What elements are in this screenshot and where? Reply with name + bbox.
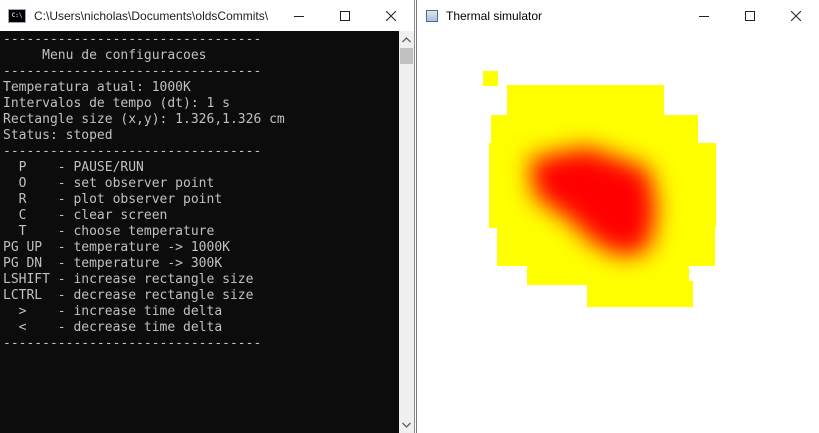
console-output[interactable]: --------------------------------- Menu d… xyxy=(0,31,399,433)
console-scrollbar[interactable] xyxy=(399,31,414,433)
window-app-icon xyxy=(426,9,438,22)
console-line: T - choose temperature xyxy=(3,224,215,239)
console-line: PG UP - temperature -> 1000K xyxy=(3,240,230,255)
minimize-icon xyxy=(294,15,304,17)
simulator-window-controls xyxy=(681,0,819,31)
console-line: PG DN - temperature -> 300K xyxy=(3,256,223,271)
console-app-icon: C:\ xyxy=(8,8,26,23)
console-line: C - clear screen xyxy=(3,208,168,223)
console-minimize-button[interactable] xyxy=(276,0,322,31)
console-close-button[interactable] xyxy=(368,0,414,31)
console-titlebar[interactable]: C:\ C:\Users\nicholas\Documents\oldsComm… xyxy=(0,0,414,31)
console-line: R - plot observer point xyxy=(3,192,223,207)
console-line: --------------------------------- xyxy=(3,336,262,351)
console-line: LSHIFT - increase rectangle size xyxy=(3,272,254,287)
console-window-title: C:\Users\nicholas\Documents\oldsCommits\ xyxy=(34,8,269,23)
scrollbar-thumb[interactable] xyxy=(400,48,413,64)
simulator-titlebar[interactable]: Thermal simulator xyxy=(417,0,819,31)
console-line: Rectangle size (x,y): 1.326,1.326 cm xyxy=(3,112,285,127)
console-line: LCTRL - decrease rectangle size xyxy=(3,288,254,303)
console-line: < - decrease time delta xyxy=(3,320,223,335)
simulator-window: Thermal simulator xyxy=(416,0,819,433)
simulator-close-button[interactable] xyxy=(773,0,819,31)
close-icon xyxy=(386,10,396,21)
console-line: --------------------------------- xyxy=(3,32,262,47)
console-window: C:\ C:\Users\nicholas\Documents\oldsComm… xyxy=(0,0,415,433)
scroll-down-arrow-icon[interactable] xyxy=(399,417,414,432)
console-line: Status: stoped xyxy=(3,128,113,143)
maximize-icon xyxy=(340,10,350,21)
console-line: Temperatura atual: 1000K xyxy=(3,80,191,95)
console-window-controls xyxy=(276,0,414,31)
console-line: > - increase time delta xyxy=(3,304,223,319)
console-line: P - PAUSE/RUN xyxy=(3,160,144,175)
maximize-icon xyxy=(745,10,755,21)
simulator-maximize-button[interactable] xyxy=(727,0,773,31)
simulator-minimize-button[interactable] xyxy=(681,0,727,31)
console-line: --------------------------------- xyxy=(3,144,262,159)
console-line: O - set observer point xyxy=(3,176,215,191)
thermal-canvas[interactable] xyxy=(417,31,819,433)
scroll-up-arrow-icon[interactable] xyxy=(399,32,414,47)
console-maximize-button[interactable] xyxy=(322,0,368,31)
console-line: Menu de configuracoes xyxy=(3,48,207,63)
simulator-window-title: Thermal simulator xyxy=(446,8,543,23)
console-line: Intervalos de tempo (dt): 1 s xyxy=(3,96,230,111)
minimize-icon xyxy=(699,15,709,17)
console-line: --------------------------------- xyxy=(3,64,262,79)
close-icon xyxy=(791,10,801,21)
